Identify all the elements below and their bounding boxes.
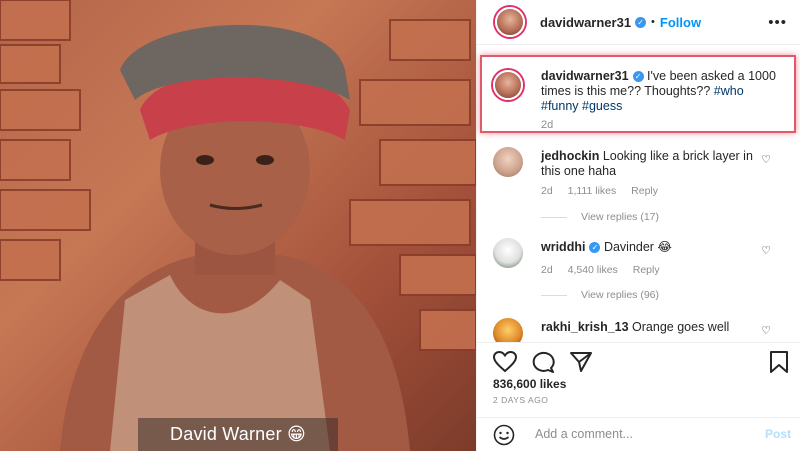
commenter-avatar[interactable] <box>493 318 523 342</box>
comment-username[interactable]: wriddhi <box>541 240 585 254</box>
separator-dot: • <box>651 16 655 28</box>
post-caption: davidwarner31 ✓ I've been asked a 1000 ti… <box>541 69 779 114</box>
post-comment-button[interactable]: Post <box>765 427 791 441</box>
save-bookmark-icon[interactable] <box>769 351 789 373</box>
commenter-avatar[interactable] <box>493 238 523 268</box>
author-avatar[interactable] <box>495 7 525 37</box>
commenter-avatar[interactable] <box>493 147 523 177</box>
comment-meta: 2d 1,111 likes Reply <box>541 185 670 197</box>
comment-time: 2d <box>541 264 553 276</box>
post-side-panel: davidwarner31 ✓ • Follow ••• davidwarner… <box>476 0 800 451</box>
photo-caption-bar: David Warner 😁 <box>138 418 338 451</box>
likes-count[interactable]: 836,600 likes <box>493 377 566 391</box>
view-replies-label[interactable]: View replies (17) <box>581 211 659 223</box>
add-comment-bar: Post <box>477 417 800 452</box>
like-heart-icon[interactable] <box>493 351 517 373</box>
caption-username[interactable]: davidwarner31 <box>541 69 629 83</box>
caption-timestamp: 2d <box>541 119 554 131</box>
comment-likes[interactable]: 4,540 likes <box>568 264 618 276</box>
post-header: davidwarner31 ✓ • Follow ••• <box>477 0 800 45</box>
follow-button[interactable]: Follow <box>660 15 701 30</box>
comment-body: jedhockin Looking like a brick layer in … <box>541 149 763 179</box>
post-photo[interactable]: David Warner 😁 <box>0 0 476 451</box>
hashtag-link[interactable]: #who <box>714 84 744 98</box>
like-comment-heart-icon[interactable]: ♡ <box>761 244 771 257</box>
comment-item: rakhi_krish_13 Orange goes well ♡ <box>493 318 793 342</box>
comment-text: Orange goes well <box>632 320 730 334</box>
comment-username[interactable]: jedhockin <box>541 149 599 163</box>
comment-meta: 2d 4,540 likes Reply <box>541 264 672 276</box>
comment-body: wriddhi ✓ Davinder 😂 <box>541 240 763 255</box>
verified-badge-icon: ✓ <box>635 16 647 28</box>
like-comment-heart-icon[interactable]: ♡ <box>761 324 771 337</box>
author-username[interactable]: davidwarner31 <box>540 15 631 30</box>
more-options-icon[interactable]: ••• <box>768 14 787 31</box>
comment-likes[interactable]: 1,111 likes <box>568 185 617 197</box>
comment-text: Davinder 😂 <box>603 240 673 254</box>
photo-illustration <box>0 0 476 451</box>
hashtag-link[interactable]: #funny <box>541 99 579 113</box>
photo-caption: David Warner 😁 <box>170 424 306 444</box>
verified-badge-icon: ✓ <box>632 71 644 83</box>
comment-username[interactable]: rakhi_krish_13 <box>541 320 629 334</box>
verified-badge-icon: ✓ <box>589 242 601 254</box>
post-actions-bar <box>477 342 800 379</box>
view-replies-label[interactable]: View replies (96) <box>581 289 659 301</box>
view-replies-button[interactable]: View replies (96) <box>541 289 659 301</box>
view-replies-button[interactable]: View replies (17) <box>541 211 659 223</box>
comment-bubble-icon[interactable] <box>531 351 555 373</box>
emoji-icon[interactable] <box>493 424 515 446</box>
comment-body: rakhi_krish_13 Orange goes well <box>541 320 763 335</box>
add-comment-input[interactable] <box>533 426 737 442</box>
reply-button[interactable]: Reply <box>633 264 660 276</box>
like-comment-heart-icon[interactable]: ♡ <box>761 153 771 166</box>
post-date: 2 DAYS AGO <box>493 395 549 405</box>
replies-divider <box>541 216 567 218</box>
reply-button[interactable]: Reply <box>631 185 658 197</box>
caption-author-avatar[interactable] <box>493 70 523 100</box>
replies-divider <box>541 294 567 296</box>
comment-time: 2d <box>541 185 553 197</box>
hashtag-link[interactable]: #guess <box>582 99 622 113</box>
share-plane-icon[interactable] <box>569 351 593 373</box>
